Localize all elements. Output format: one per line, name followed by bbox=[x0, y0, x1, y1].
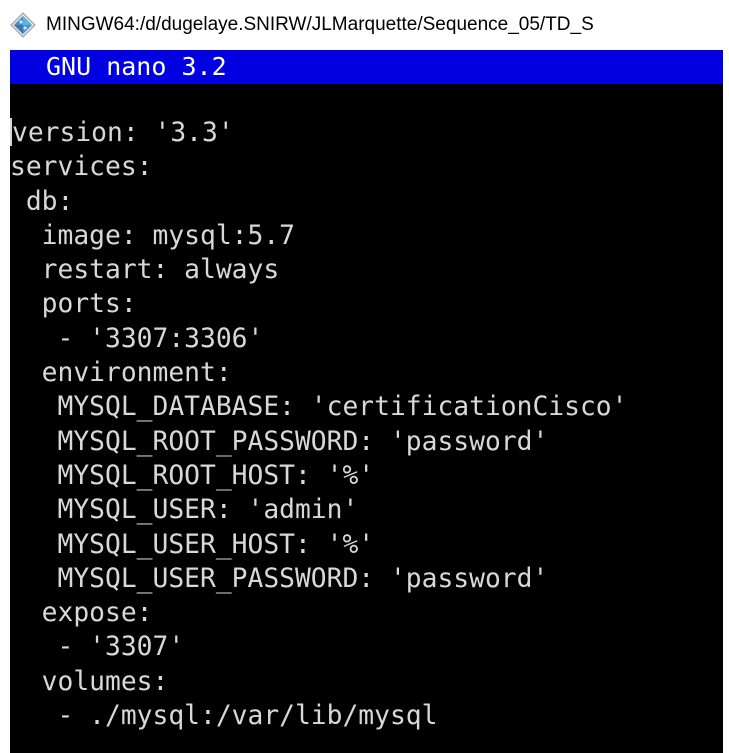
title-bar[interactable]: MINGW64:/d/dugelaye.SNIRW/JLMarquette/Se… bbox=[0, 0, 729, 50]
editor-line: db: bbox=[10, 186, 74, 217]
editor-line-text: version: '3.3' bbox=[12, 118, 234, 148]
editor-line: restart: always bbox=[10, 255, 280, 286]
editor-line: image: mysql:5.7 bbox=[10, 220, 295, 251]
editor-line: version: '3.3' bbox=[10, 116, 627, 150]
editor-line: - ./mysql:/var/lib/mysql bbox=[10, 701, 438, 732]
nano-version-label: GNU nano 3.2 bbox=[46, 52, 227, 81]
editor-line: - '3307:3306' bbox=[10, 323, 264, 354]
editor-line: MYSQL_USER_PASSWORD: 'password' bbox=[10, 563, 549, 594]
window-title: MINGW64:/d/dugelaye.SNIRW/JLMarquette/Se… bbox=[46, 14, 594, 35]
git-bash-icon bbox=[10, 12, 36, 38]
editor-line: MYSQL_DATABASE: 'certificationCisco' bbox=[10, 392, 628, 423]
terminal-window: MINGW64:/d/dugelaye.SNIRW/JLMarquette/Se… bbox=[0, 0, 729, 753]
editor-line: ports: bbox=[10, 289, 137, 320]
editor-line: environment: bbox=[10, 358, 232, 389]
editor-line: MYSQL_USER_HOST: '%' bbox=[10, 529, 375, 560]
editor-text-area[interactable]: version: '3.3' services: db: image: mysql… bbox=[10, 116, 627, 733]
nano-header-bar: GNU nano 3.2 bbox=[10, 50, 723, 84]
editor-line: MYSQL_ROOT_HOST: '%' bbox=[10, 460, 375, 491]
terminal-area[interactable]: GNU nano 3.2 version: '3.3' services: db:… bbox=[10, 50, 723, 753]
editor-line: - '3307' bbox=[10, 632, 185, 663]
editor-line: MYSQL_ROOT_PASSWORD: 'password' bbox=[10, 426, 549, 457]
editor-line: services: bbox=[10, 152, 153, 183]
editor-line: volumes: bbox=[10, 666, 169, 697]
editor-line: expose: bbox=[10, 598, 153, 629]
editor-line: MYSQL_USER: 'admin' bbox=[10, 495, 359, 526]
